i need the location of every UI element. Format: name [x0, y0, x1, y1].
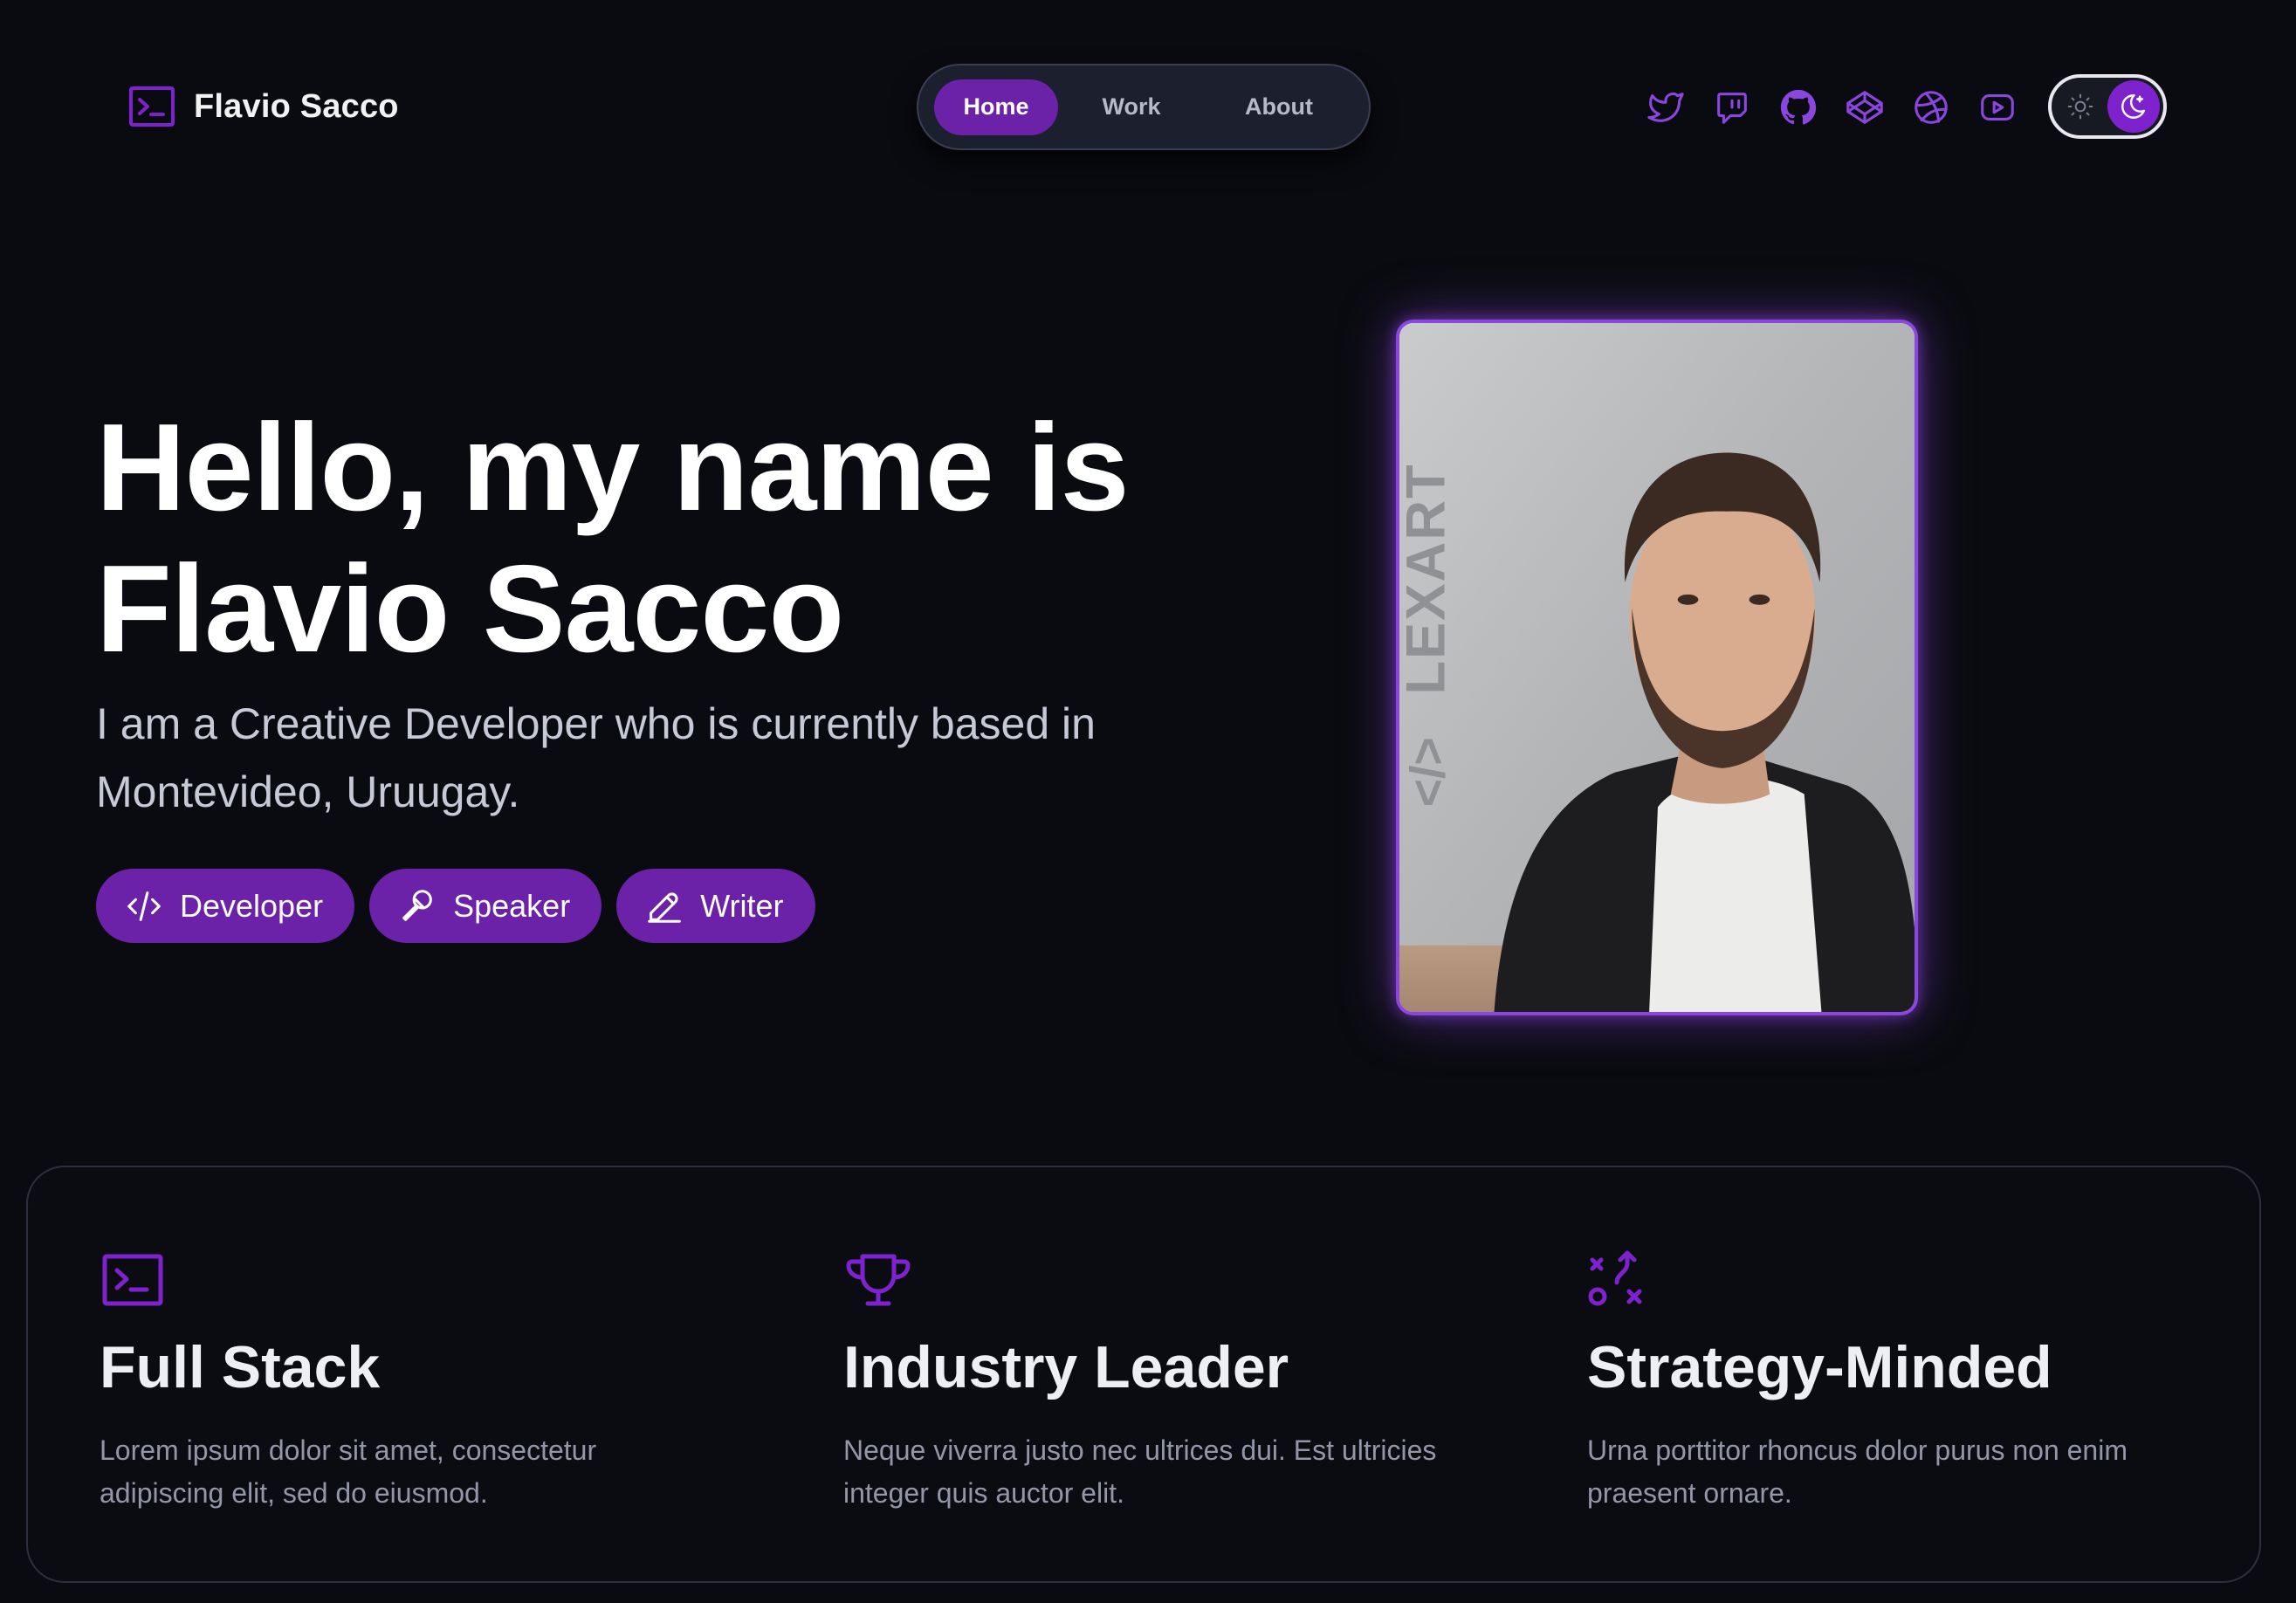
feature-text: Urna porttitor rhoncus dolor purus non e…	[1587, 1434, 2128, 1509]
features-card: Full Stack Lorem ipsum dolor sit amet, c…	[26, 1166, 2261, 1583]
social-links	[1644, 86, 2042, 129]
trophy-icon	[846, 1254, 911, 1306]
main-nav: Home Work About	[917, 64, 1371, 150]
brand-link[interactable]: Flavio Sacco	[128, 86, 399, 127]
hero-subtitle: I am a Creative Developer who is current…	[96, 699, 1096, 816]
profile-photo: LEXART </>	[1396, 320, 1918, 1015]
nav-item-about[interactable]: About	[1205, 79, 1353, 135]
speaker-chip[interactable]: Speaker	[369, 869, 602, 943]
code-icon	[127, 891, 161, 921]
feature-title: Strategy-Minded	[1587, 1334, 2052, 1400]
feature-text: Lorem ipsum dolor sit amet, consectetur …	[100, 1434, 597, 1509]
writer-chip-label: Writer	[700, 887, 784, 924]
terminal-icon	[129, 86, 175, 127]
feature-text: Neque viverra justo nec ultrices dui. Es…	[843, 1434, 1437, 1509]
twitter-icon[interactable]	[1644, 86, 1688, 129]
microphone-icon	[402, 889, 432, 921]
hero-title: Hello, my name is Flavio Sacco	[96, 397, 1318, 680]
brand-name: Flavio Sacco	[194, 87, 399, 125]
svg-text:</>: </>	[1400, 737, 1454, 807]
feature-title: Industry Leader	[843, 1334, 1289, 1400]
twitch-icon[interactable]	[1710, 86, 1754, 129]
pencil-icon	[648, 891, 681, 923]
wall-logo-text: LEXART	[1399, 463, 1456, 694]
github-icon[interactable]	[1777, 86, 1820, 129]
strategy-icon	[1588, 1250, 1642, 1306]
terminal-icon	[102, 1254, 163, 1306]
hero-title-line1: Hello, my name is	[96, 398, 1130, 537]
developer-chip[interactable]: Developer	[96, 869, 355, 943]
youtube-icon[interactable]	[1976, 86, 2019, 129]
role-chips: Developer Speaker Writer	[96, 869, 830, 943]
moon-icon	[2107, 80, 2160, 133]
dribbble-icon[interactable]	[1909, 86, 1953, 129]
theme-toggle[interactable]	[2048, 74, 2167, 139]
feature-title: Full Stack	[100, 1334, 381, 1400]
developer-chip-label: Developer	[180, 887, 324, 924]
hero-title-line2: Flavio Sacco	[96, 540, 844, 678]
site-header: Flavio Sacco Home Work About	[0, 0, 2296, 214]
sun-icon	[2064, 90, 2097, 123]
nav-item-home[interactable]: Home	[934, 79, 1058, 135]
codepen-icon[interactable]	[1843, 86, 1887, 129]
nav-item-work[interactable]: Work	[1058, 79, 1205, 135]
speaker-chip-label: Speaker	[453, 887, 571, 924]
writer-chip[interactable]: Writer	[616, 869, 815, 943]
